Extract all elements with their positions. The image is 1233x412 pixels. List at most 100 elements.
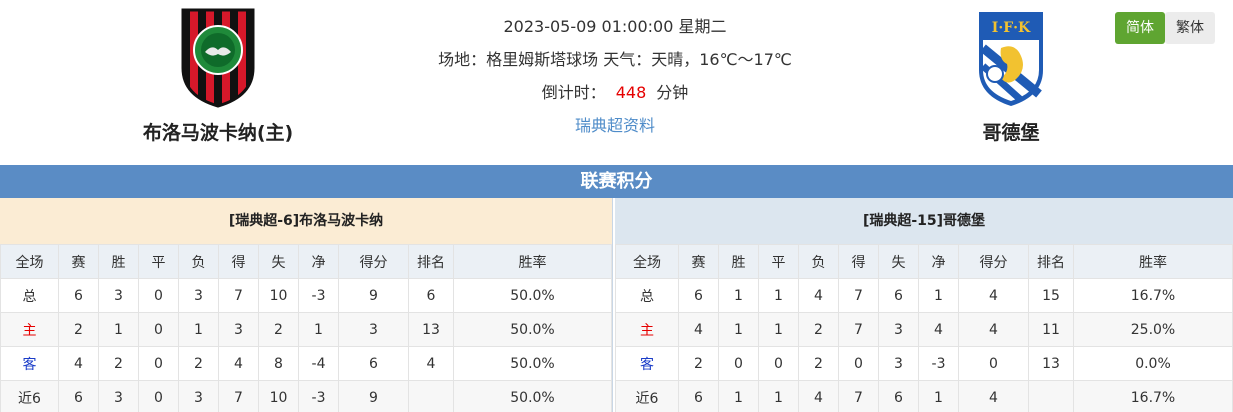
table-cell: 2 — [678, 346, 719, 381]
home-standings-title: [瑞典超-6]布洛马波卡纳 — [0, 198, 612, 244]
table-row: 客 2 0 0 2 0 3 -3 0 13 0.0% — [615, 346, 1233, 381]
table-row: 近6 6 1 1 4 7 6 1 4 16.7% — [615, 380, 1233, 412]
table-cell: 7 — [838, 380, 879, 412]
countdown: 倒计时： 448 分钟 — [380, 82, 850, 104]
column-header: 胜率 — [453, 244, 612, 279]
table-cell: -4 — [298, 346, 339, 381]
table-cell: 0 — [138, 312, 179, 347]
column-header: 全场 — [0, 244, 59, 279]
simplified-chinese-button[interactable]: 简体 — [1115, 12, 1165, 44]
table-cell: 3 — [98, 278, 139, 313]
home-standings-table: 全场 赛 胜 平 负 得 失 净 得分 排名 胜率 总 6 3 0 3 7 10 — [0, 244, 612, 412]
table-cell: 2 — [798, 312, 839, 347]
table-row: 近6 6 3 0 3 7 10 -3 9 50.0% — [0, 380, 612, 412]
home-team-name: 布洛马波卡纳(主) — [142, 122, 294, 144]
table-cell: 7 — [218, 380, 259, 412]
table-cell: 7 — [838, 312, 879, 347]
table-cell: 4 — [958, 380, 1029, 412]
table-cell: 总 — [615, 278, 679, 313]
column-header: 得 — [218, 244, 259, 279]
column-header: 赛 — [58, 244, 99, 279]
table-cell: 6 — [878, 278, 919, 313]
column-header: 平 — [138, 244, 179, 279]
table-cell: 4 — [678, 312, 719, 347]
table-cell: 1 — [178, 312, 219, 347]
table-cell: 3 — [878, 346, 919, 381]
table-cell: -3 — [298, 380, 339, 412]
table-row: 总 6 1 1 4 7 6 1 4 15 16.7% — [615, 278, 1233, 313]
table-cell: 13 — [1028, 346, 1074, 381]
table-cell: 近6 — [0, 380, 59, 412]
table-cell: 4 — [58, 346, 99, 381]
table-cell: 16.7% — [1073, 380, 1233, 412]
column-header: 胜 — [718, 244, 759, 279]
table-cell: 6 — [878, 380, 919, 412]
table-cell: 1 — [718, 312, 759, 347]
table-cell: 15 — [1028, 278, 1074, 313]
table-cell: 总 — [0, 278, 59, 313]
table-header-row: 全场 赛 胜 平 负 得 失 净 得分 排名 胜率 — [0, 244, 612, 279]
table-cell: 4 — [958, 312, 1029, 347]
table-cell: 4 — [408, 346, 454, 381]
table-cell: 13 — [408, 312, 454, 347]
table-cell: 近6 — [615, 380, 679, 412]
table-cell: 1 — [758, 312, 799, 347]
table-cell: 1 — [718, 278, 759, 313]
away-standings-table: 全场 赛 胜 平 负 得 失 净 得分 排名 胜率 总 6 1 1 4 7 6 — [615, 244, 1233, 412]
table-cell: 10 — [258, 278, 299, 313]
column-header: 赛 — [678, 244, 719, 279]
table-cell: 10 — [258, 380, 299, 412]
svg-text:I·F·K: I·F·K — [992, 20, 1031, 36]
table-cell — [408, 380, 454, 412]
table-header-row: 全场 赛 胜 平 负 得 失 净 得分 排名 胜率 — [615, 244, 1233, 279]
language-switch: 简体 繁体 — [1115, 12, 1215, 44]
table-row: 主 4 1 1 2 7 3 4 4 11 25.0% — [615, 312, 1233, 347]
table-cell: 6 — [408, 278, 454, 313]
table-cell — [1028, 380, 1074, 412]
table-cell: 3 — [338, 312, 409, 347]
table-row: 主 2 1 0 1 3 2 1 3 13 50.0% — [0, 312, 612, 347]
table-cell: 25.0% — [1073, 312, 1233, 347]
table-cell: 50.0% — [453, 312, 612, 347]
table-cell: 0 — [838, 346, 879, 381]
table-cell: 1 — [298, 312, 339, 347]
column-header: 得分 — [338, 244, 409, 279]
table-cell: 3 — [878, 312, 919, 347]
column-header: 得分 — [958, 244, 1029, 279]
table-cell: 0 — [138, 380, 179, 412]
away-team-logo-icon: I·F·K — [979, 12, 1043, 106]
column-header: 排名 — [408, 244, 454, 279]
column-header: 净 — [298, 244, 339, 279]
column-header: 净 — [918, 244, 959, 279]
traditional-chinese-button[interactable]: 繁体 — [1165, 12, 1215, 44]
table-cell: 1 — [918, 380, 959, 412]
table-cell: 11 — [1028, 312, 1074, 347]
table-cell: 4 — [798, 380, 839, 412]
table-cell: 9 — [338, 278, 409, 313]
league-link[interactable]: 瑞典超资料 — [575, 116, 655, 135]
table-cell: 6 — [338, 346, 409, 381]
column-header: 失 — [258, 244, 299, 279]
table-cell: 主 — [0, 312, 59, 347]
table-cell: 9 — [338, 380, 409, 412]
table-cell: 4 — [798, 278, 839, 313]
table-cell: 2 — [58, 312, 99, 347]
table-cell: 50.0% — [453, 380, 612, 412]
table-cell: 2 — [798, 346, 839, 381]
table-cell: 2 — [258, 312, 299, 347]
column-header: 得 — [838, 244, 879, 279]
table-cell: 客 — [615, 346, 679, 381]
table-cell: 4 — [218, 346, 259, 381]
away-standings-title: [瑞典超-15]哥德堡 — [615, 198, 1233, 244]
countdown-value: 448 — [615, 83, 647, 102]
table-cell: 1 — [718, 380, 759, 412]
standings-title: 联赛积分 — [0, 165, 1233, 198]
home-team-logo-icon — [181, 8, 255, 108]
table-cell: 7 — [838, 278, 879, 313]
column-header: 负 — [798, 244, 839, 279]
table-cell: 0.0% — [1073, 346, 1233, 381]
table-cell: 2 — [178, 346, 219, 381]
table-cell: 客 — [0, 346, 59, 381]
table-cell: 1 — [758, 380, 799, 412]
home-standings-panel: [瑞典超-6]布洛马波卡纳 全场 赛 胜 平 负 得 失 净 得分 排名 胜率 … — [0, 198, 613, 412]
